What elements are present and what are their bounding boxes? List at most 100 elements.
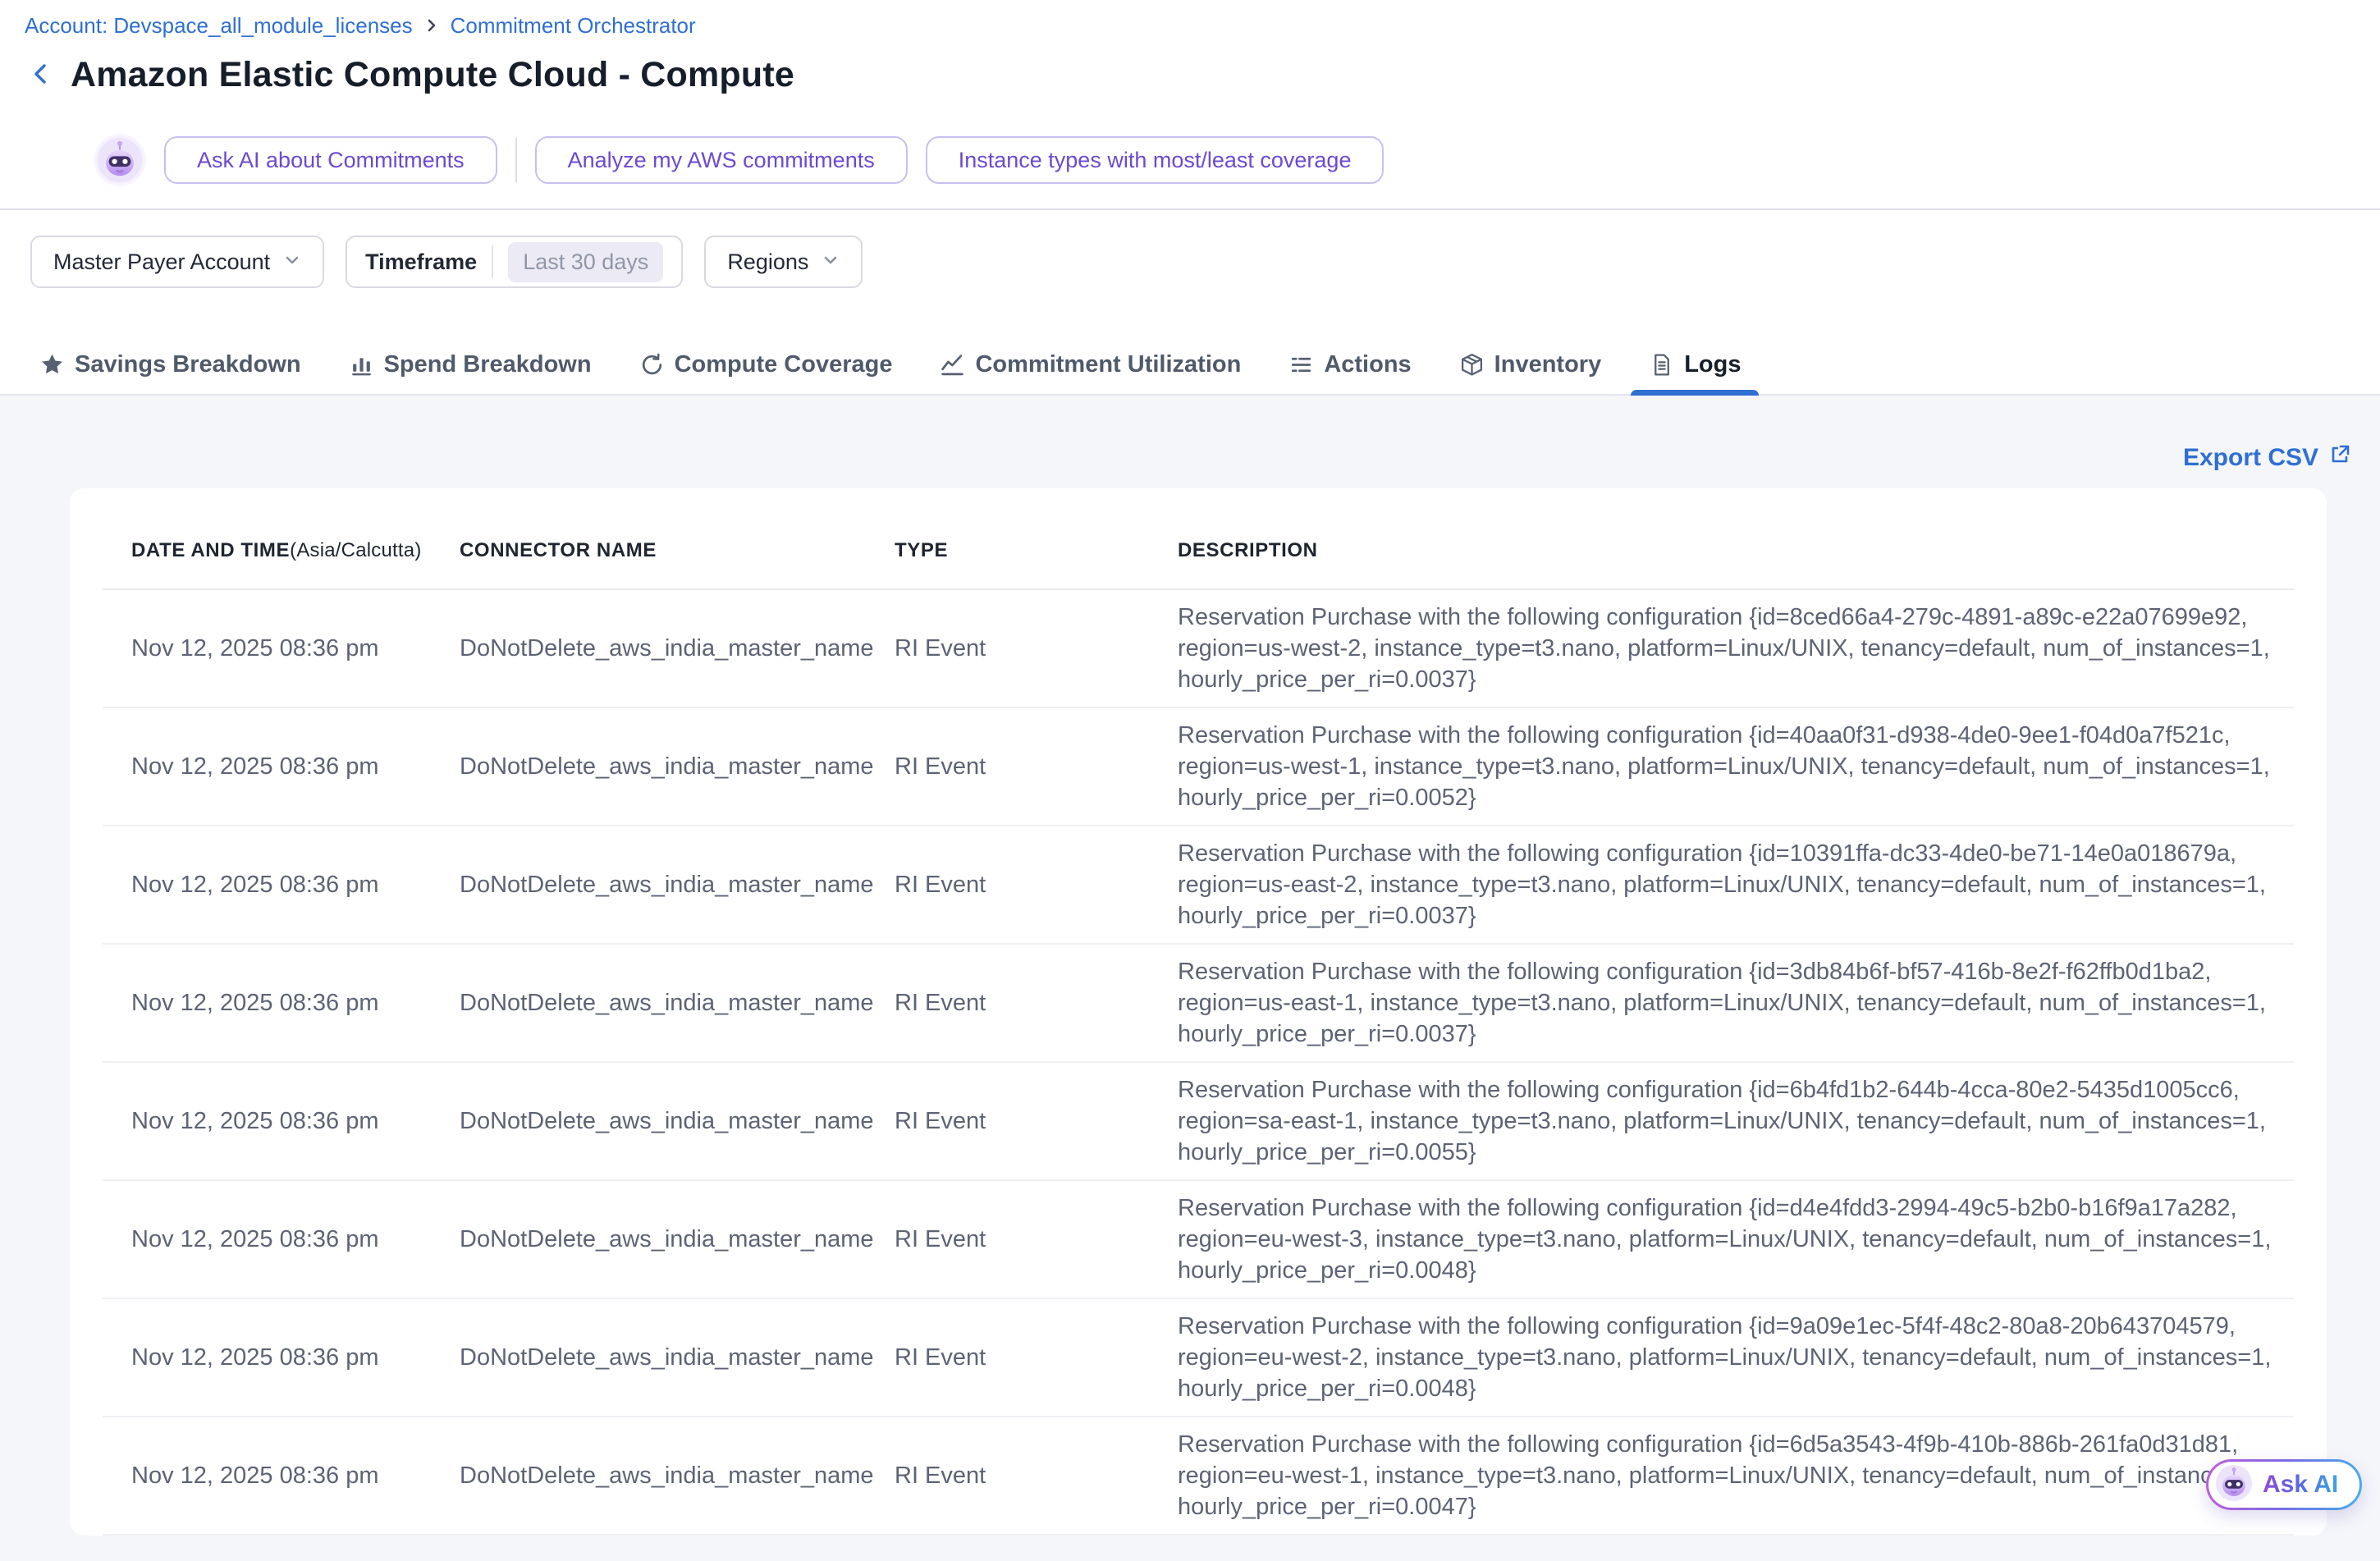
tab-spend-breakdown[interactable]: Spend Breakdown [331, 335, 610, 394]
package-icon [1459, 352, 1485, 378]
refresh-icon [639, 352, 665, 378]
tab-label: Commitment Utilization [975, 351, 1241, 378]
row-connector-name: DoNotDelete_aws_india_master_name [460, 869, 895, 900]
ask-ai-fab[interactable]: Ask AI [2206, 1459, 2362, 1510]
table-header-row: DATE AND TIME(Asia/Calcutta) CONNECTOR N… [70, 488, 2327, 562]
row-type: RI Event [895, 869, 1178, 900]
export-csv-label: Export CSV [2183, 444, 2318, 472]
breadcrumb-current-link[interactable]: Commitment Orchestrator [451, 13, 696, 39]
row-connector-name: DoNotDelete_aws_india_master_name [460, 987, 895, 1019]
tab-label: Logs [1684, 351, 1741, 378]
star-icon [39, 352, 65, 378]
row-datetime: Nov 12, 2025 08:36 pm [131, 987, 460, 1019]
table-row: Nov 12, 2025 08:36 pmDoNotDelete_aws_ind… [70, 1417, 2327, 1534]
ai-buttons-divider [515, 138, 517, 182]
row-connector-name: DoNotDelete_aws_india_master_name [460, 633, 895, 664]
timeframe-label: Timeframe [365, 249, 477, 275]
row-datetime: Nov 12, 2025 08:36 pm [131, 751, 460, 782]
tab-label: Compute Coverage [675, 351, 893, 378]
row-description: Reservation Purchase with the following … [1178, 720, 2320, 813]
header-separator [0, 208, 2380, 210]
table-row: Nov 12, 2025 08:36 pmDoNotDelete_aws_ind… [70, 590, 2327, 707]
breadcrumb-chevron-icon [424, 18, 439, 33]
chevron-down-icon [283, 249, 301, 275]
row-type: RI Event [895, 633, 1178, 664]
column-header-type: TYPE [895, 539, 1178, 562]
row-type: RI Event [895, 1224, 1178, 1255]
tab-label: Savings Breakdown [75, 351, 301, 378]
row-connector-name: DoNotDelete_aws_india_master_name [460, 751, 895, 782]
list-icon [1288, 352, 1314, 378]
row-description: Reservation Purchase with the following … [1178, 1192, 2320, 1286]
document-icon [1649, 352, 1674, 378]
table-body: Nov 12, 2025 08:36 pmDoNotDelete_aws_ind… [70, 590, 2327, 1536]
content-area: Export CSV DATE AND TIME(Asia/Calcutta) … [0, 396, 2380, 1561]
back-button[interactable] [25, 57, 57, 93]
ai-actions-row: Ask AI about Commitments Analyze my AWS … [94, 128, 2380, 192]
row-datetime: Nov 12, 2025 08:36 pm [131, 633, 460, 664]
column-header-datetime: DATE AND TIME(Asia/Calcutta) [131, 539, 460, 562]
master-payer-account-dropdown[interactable]: Master Payer Account [30, 236, 324, 288]
row-description: Reservation Purchase with the following … [1178, 602, 2320, 695]
tab-label: Actions [1324, 351, 1411, 378]
table-row: Nov 12, 2025 08:36 pmDoNotDelete_aws_ind… [70, 945, 2327, 1061]
ask-ai-about-commitments-button[interactable]: Ask AI about Commitments [164, 136, 497, 184]
row-type: RI Event [895, 1106, 1178, 1137]
row-type: RI Event [895, 751, 1178, 782]
table-row: Nov 12, 2025 08:36 pmDoNotDelete_aws_ind… [70, 1181, 2327, 1298]
tab-commitment-utilization[interactable]: Commitment Utilization [922, 335, 1259, 394]
ai-robot-avatar-icon [94, 134, 146, 186]
table-row: Nov 12, 2025 08:36 pmDoNotDelete_aws_ind… [70, 1063, 2327, 1179]
table-row: Nov 12, 2025 08:36 pmDoNotDelete_aws_ind… [70, 1299, 2327, 1416]
row-datetime: Nov 12, 2025 08:36 pm [131, 1224, 460, 1255]
bar-chart-icon [349, 352, 374, 378]
row-connector-name: DoNotDelete_aws_india_master_name [460, 1224, 895, 1255]
app-root: Account: Devspace_all_module_licenses Co… [0, 0, 2380, 1561]
export-csv-link[interactable]: Export CSV [2183, 443, 2351, 472]
page-header: Account: Devspace_all_module_licenses Co… [0, 0, 2380, 192]
breadcrumb-account-link[interactable]: Account: Devspace_all_module_licenses [25, 13, 413, 39]
breadcrumb: Account: Devspace_all_module_licenses Co… [25, 13, 2380, 38]
column-header-connector-name: CONNECTOR NAME [460, 539, 895, 562]
row-description: Reservation Purchase with the following … [1178, 1311, 2320, 1404]
chevron-down-icon [822, 249, 840, 275]
analyze-aws-commitments-button[interactable]: Analyze my AWS commitments [535, 136, 908, 184]
ai-robot-icon [2215, 1464, 2253, 1506]
logs-table-card: DATE AND TIME(Asia/Calcutta) CONNECTOR N… [70, 488, 2327, 1536]
table-row: Nov 12, 2025 08:36 pmDoNotDelete_aws_ind… [70, 826, 2327, 943]
row-description: Reservation Purchase with the following … [1178, 1429, 2320, 1522]
row-datetime: Nov 12, 2025 08:36 pm [131, 1106, 460, 1137]
row-datetime: Nov 12, 2025 08:36 pm [131, 1342, 460, 1373]
regions-dropdown[interactable]: Regions [704, 236, 863, 288]
chevron-left-icon [28, 61, 54, 89]
regions-label: Regions [727, 249, 808, 275]
row-description: Reservation Purchase with the following … [1178, 838, 2320, 932]
row-description: Reservation Purchase with the following … [1178, 956, 2320, 1050]
row-connector-name: DoNotDelete_aws_india_master_name [460, 1106, 895, 1137]
filters-bar: Master Payer Account Timeframe Last 30 d… [30, 235, 2380, 289]
row-datetime: Nov 12, 2025 08:36 pm [131, 869, 460, 900]
column-header-description: DESCRIPTION [1178, 539, 2320, 562]
line-chart-icon [940, 352, 965, 378]
tab-label: Inventory [1494, 351, 1602, 378]
row-connector-name: DoNotDelete_aws_india_master_name [460, 1460, 895, 1491]
row-connector-name: DoNotDelete_aws_india_master_name [460, 1342, 895, 1373]
tab-savings-breakdown[interactable]: Savings Breakdown [21, 335, 319, 394]
timeframe-filter[interactable]: Timeframe Last 30 days [346, 236, 683, 288]
tab-actions[interactable]: Actions [1270, 335, 1429, 394]
tab-inventory[interactable]: Inventory [1441, 335, 1620, 394]
tab-compute-coverage[interactable]: Compute Coverage [621, 335, 911, 394]
title-row: Amazon Elastic Compute Cloud - Compute [25, 51, 2380, 98]
row-divider [103, 1534, 2294, 1536]
instance-types-coverage-button[interactable]: Instance types with most/least coverage [926, 136, 1385, 184]
row-datetime: Nov 12, 2025 08:36 pm [131, 1460, 460, 1491]
ask-ai-fab-label: Ask AI [2263, 1471, 2338, 1499]
external-link-icon [2329, 443, 2351, 472]
row-type: RI Event [895, 1460, 1178, 1491]
row-description: Reservation Purchase with the following … [1178, 1074, 2320, 1168]
tab-label: Spend Breakdown [384, 351, 592, 378]
tab-logs[interactable]: Logs [1631, 335, 1759, 394]
timeframe-divider [492, 245, 493, 278]
timeframe-value-pill: Last 30 days [508, 242, 663, 282]
row-type: RI Event [895, 987, 1178, 1019]
